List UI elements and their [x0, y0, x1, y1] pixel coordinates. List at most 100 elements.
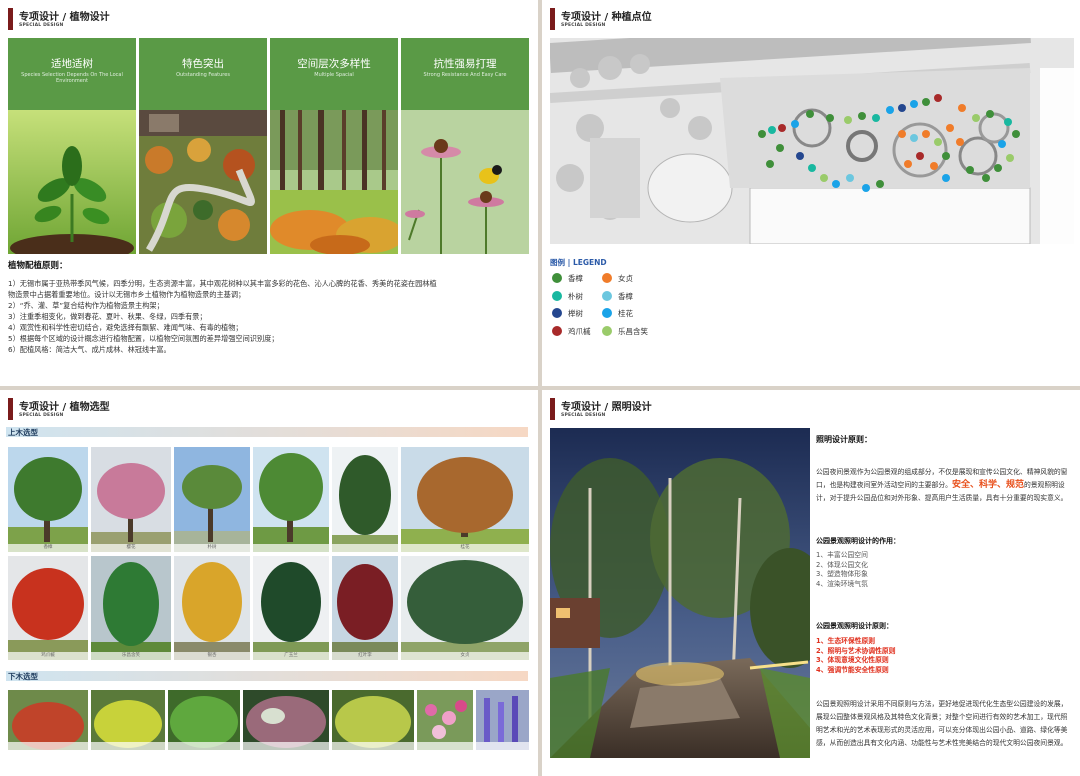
legend-label: 乐昌含笑	[618, 327, 648, 336]
panel-lighting-design: 专项设计 / 照明设计 SPECIAL DESIGN 照明设计原则： 公园夜间景…	[542, 390, 1080, 776]
tree-caption: 红叶李	[332, 652, 398, 660]
panel-subtitle: SPECIAL DESIGN	[19, 413, 64, 418]
tree-photo: 桂花	[401, 447, 529, 552]
panel-plant-selection: 专项设计 / 植物选型 SPECIAL DESIGN 上木选型 香樟 樱花 朴树	[0, 390, 538, 776]
tree-photo: 鸡爪槭	[8, 556, 88, 660]
principle-item: 4、强调节能安全性原则	[816, 665, 889, 674]
shrub-photo	[417, 690, 473, 750]
shrub-caption	[91, 742, 165, 750]
role-item: 3、塑造物体形象	[816, 570, 868, 578]
card-subtitle: Strong Resistance And Easy Care	[423, 72, 507, 78]
header-accent-bar	[550, 398, 555, 420]
card-subtitle: Outstanding Features	[176, 72, 230, 78]
principles-title: 植物配植原则：	[8, 261, 68, 271]
intro-highlight: 安全、科学、规范	[951, 480, 1024, 490]
shrub-photo	[8, 690, 88, 750]
tree-caption: 樱花	[91, 544, 171, 552]
header-accent-bar	[8, 8, 13, 30]
lighting-principles-title: 照明设计原则：	[816, 435, 872, 444]
legend-label: 榉树	[568, 309, 583, 318]
tree-photo: 广玉兰	[253, 556, 329, 660]
coneflower-bird-image	[401, 110, 529, 254]
panel-subtitle: SPECIAL DESIGN	[561, 23, 606, 28]
legend-swatch	[602, 326, 612, 336]
legend-label: 香樟	[568, 274, 583, 283]
legend-label: 朴树	[568, 292, 583, 301]
principle-item: 1、生态环保性原则	[816, 637, 876, 645]
tree-caption: 乐昌含笑	[91, 652, 171, 660]
shrub-caption	[476, 742, 529, 750]
card-header: 空间层次多样性 Multiple Spacial	[270, 38, 398, 110]
legend-label: 鸡爪槭	[568, 327, 591, 336]
legend-label: 桂花	[618, 309, 633, 318]
tree-caption: 桂花	[401, 544, 529, 552]
header-accent-bar	[550, 8, 555, 30]
forest-layers-image	[270, 110, 398, 254]
shrub-caption	[168, 742, 240, 750]
tree-caption	[332, 544, 398, 552]
legend-title: 图例 | LEGEND	[550, 258, 607, 267]
panel-subtitle: SPECIAL DESIGN	[19, 23, 64, 28]
principle-line: 3）注重季相变化，做到春花、夏叶、秋果、冬绿，四季有景；	[8, 312, 207, 321]
panel-title: 专项设计 / 植物设计	[19, 12, 110, 23]
feature-card: 空间层次多样性 Multiple Spacial	[270, 38, 398, 254]
tree-photo: 乐昌含笑	[91, 556, 171, 660]
principle-line: 5）根据每个区域的设计概念进行植物配置，以植物空间氛围的差异增强空间识别度；	[8, 334, 279, 343]
tree-caption	[253, 544, 329, 552]
panel-title: 专项设计 / 植物选型	[19, 402, 110, 413]
tree-photo: 香樟	[8, 447, 88, 552]
principle-line: 6）配植风格：简洁大气、成片成林、林冠线丰富。	[8, 345, 171, 354]
lighting-principle-list-title: 公园景观照明设计原则：	[816, 622, 893, 630]
shrub-photo	[476, 690, 529, 750]
tree-photo: 朴树	[174, 447, 250, 552]
card-title: 抗性强易打理	[433, 58, 497, 70]
lighting-closing-paragraph: 公园景观照明设计采用不同原则与方法，更好地促进现代化生态型公园建设的发展，展现公…	[816, 700, 1068, 747]
tree-photo: 红叶李	[332, 556, 398, 660]
role-item: 2、体现公园文化	[816, 560, 868, 569]
tree-caption: 银杏	[174, 652, 250, 660]
shrub-photo	[332, 690, 414, 750]
shrub-caption	[417, 742, 473, 750]
tree-photo: 女贞	[401, 556, 529, 660]
principle-line: 2）“乔、灌、草”复合结构作为植物造景主构架；	[8, 301, 164, 310]
legend-swatch	[552, 308, 562, 318]
feature-card: 适地适树 Species Selection Depends On The Lo…	[8, 38, 136, 254]
role-item: 4、渲染环境气氛	[816, 579, 868, 588]
panel-title: 专项设计 / 照明设计	[561, 402, 652, 413]
lighting-roles-list: 1、丰富公园空间 2、体现公园文化 3、塑造物体形象 4、渲染环境气氛	[816, 551, 868, 589]
panel-planting-points: 专项设计 / 种植点位 SPECIAL DESIGN 图例 | LEGEND 香…	[542, 0, 1080, 386]
legend-label: 女贞	[618, 274, 633, 283]
role-item: 1、丰富公园空间	[816, 551, 868, 559]
legend-swatch	[552, 326, 562, 336]
tree-caption: 鸡爪槭	[8, 652, 88, 660]
card-header: 抗性强易打理 Strong Resistance And Easy Care	[401, 38, 529, 110]
header-accent-bar	[8, 398, 13, 420]
night-park-photo	[550, 428, 810, 758]
shrub-caption	[332, 742, 414, 750]
card-subtitle: Multiple Spacial	[314, 72, 354, 78]
lower-tree-band: 下木选型	[6, 671, 528, 681]
lighting-roles-title: 公园景观照明设计的作用：	[816, 537, 900, 545]
principle-item: 3、体现意境文化性原则	[816, 656, 889, 664]
tree-caption: 广玉兰	[253, 652, 329, 660]
principle-item: 2、照明与艺术协调性原则	[816, 646, 896, 655]
lighting-principle-list: 1、生态环保性原则 2、照明与艺术协调性原则 3、体现意境文化性原则 4、强调节…	[816, 637, 896, 675]
principle-line: 4）观赏性和科学性密切结合，避免选择有飘絮、难闻气味、有毒的植物；	[8, 323, 243, 332]
tree-caption: 女贞	[401, 652, 529, 660]
card-header: 适地适树 Species Selection Depends On The Lo…	[8, 38, 136, 110]
legend-swatch	[602, 273, 612, 283]
legend-swatch	[552, 273, 562, 283]
lighting-intro-paragraph: 公园夜间景观作为公园景观的组成部分，不仅是展现和宣传公园文化、精神风貌的窗口，也…	[816, 466, 1072, 505]
shrub-caption	[8, 742, 88, 750]
lower-tree-label: 下木选型	[8, 672, 38, 681]
principles-list: 1）无锡市属于亚热带季风气候，四季分明，生态资源丰富，其中观花树种以其丰富多彩的…	[8, 278, 528, 355]
panel-planting-design: 专项设计 / 植物设计 SPECIAL DESIGN 适地适树 Species …	[0, 0, 538, 386]
card-title: 空间层次多样性	[297, 58, 371, 70]
upper-tree-label: 上木选型	[8, 428, 38, 437]
legend-swatch	[552, 291, 562, 301]
shrub-caption	[243, 742, 329, 750]
tree-photo: 银杏	[174, 556, 250, 660]
card-title: 特色突出	[182, 58, 224, 70]
slide-grid: 专项设计 / 植物设计 SPECIAL DESIGN 适地适树 Species …	[0, 0, 1080, 776]
tree-photo	[253, 447, 329, 552]
